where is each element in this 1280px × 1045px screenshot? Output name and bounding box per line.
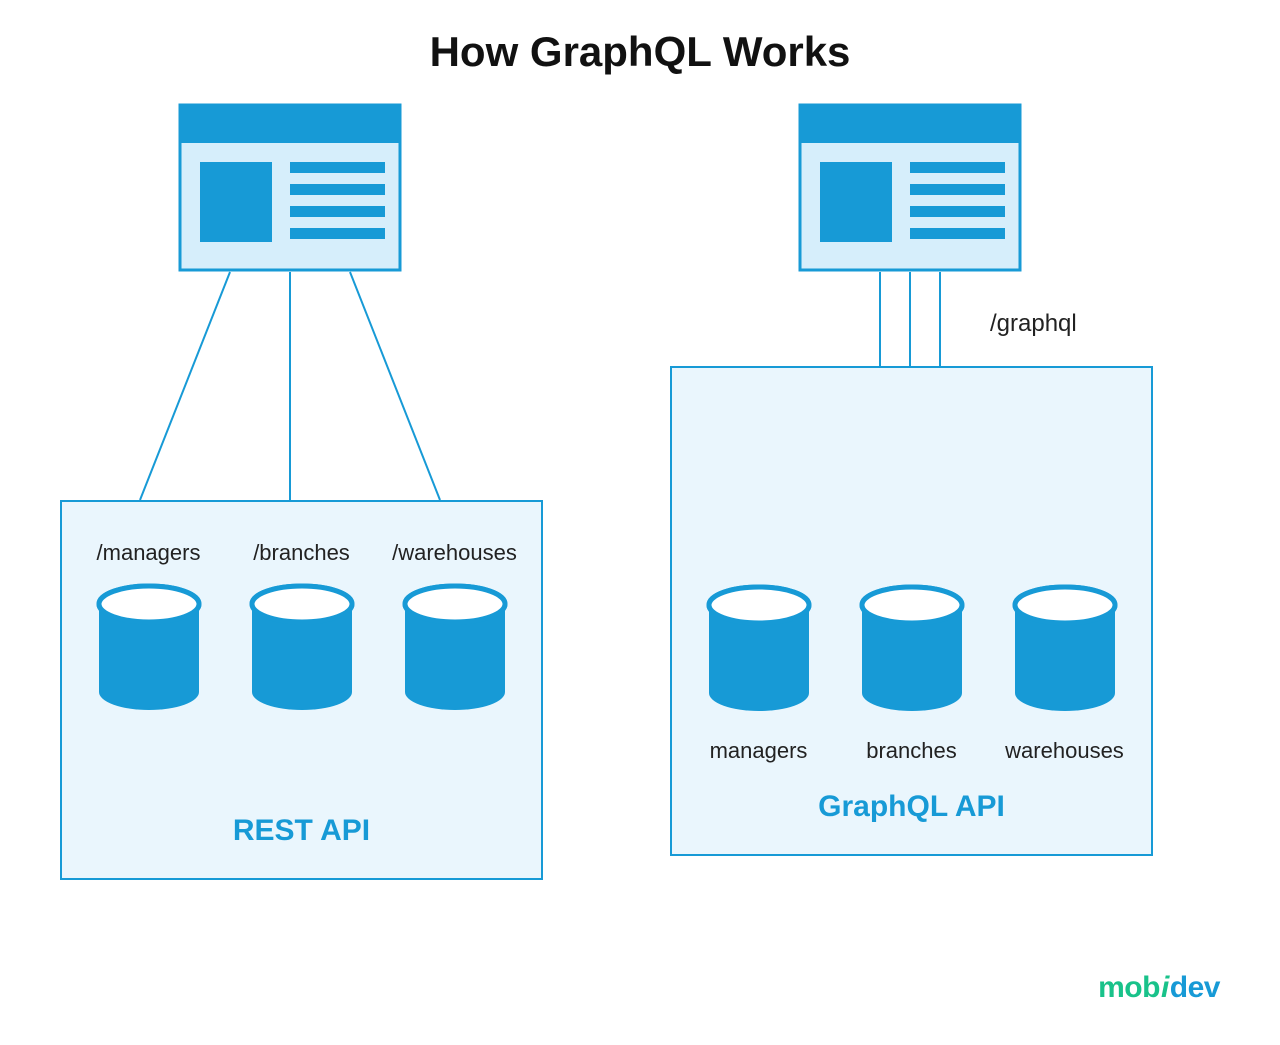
graphql-entities-row: managers branches warehouses — [672, 738, 1151, 764]
rest-panel: /managers /branches /warehouses REST API — [60, 500, 543, 880]
entity-label: warehouses — [988, 738, 1141, 764]
brand-part1: mob — [1098, 971, 1160, 1004]
graphql-db-row — [672, 583, 1151, 723]
browser-window-icon — [800, 105, 1020, 270]
entity-label: branches — [835, 738, 988, 764]
entity-label: managers — [682, 738, 835, 764]
browser-window-icon — [180, 105, 400, 270]
database-icon — [835, 583, 988, 723]
endpoint-label: /warehouses — [378, 540, 531, 566]
brand-slash: i — [1160, 971, 1170, 1004]
rest-db-row — [62, 582, 541, 722]
brand-part2: dev — [1170, 971, 1220, 1004]
graphql-panel-label: GraphQL API — [672, 790, 1151, 824]
database-icon — [72, 582, 225, 722]
brand-logo: mobidev — [1098, 971, 1220, 1005]
page-title: How GraphQL Works — [0, 28, 1280, 76]
database-icon — [682, 583, 835, 723]
graphql-panel: managers branches warehouses GraphQL API — [670, 366, 1153, 856]
graphql-route-label: /graphql — [990, 310, 1077, 338]
rest-endpoints-row: /managers /branches /warehouses — [62, 540, 541, 566]
rest-panel-label: REST API — [62, 814, 541, 848]
endpoint-label: /branches — [225, 540, 378, 566]
database-icon — [225, 582, 378, 722]
database-icon — [378, 582, 531, 722]
endpoint-label: /managers — [72, 540, 225, 566]
database-icon — [988, 583, 1141, 723]
